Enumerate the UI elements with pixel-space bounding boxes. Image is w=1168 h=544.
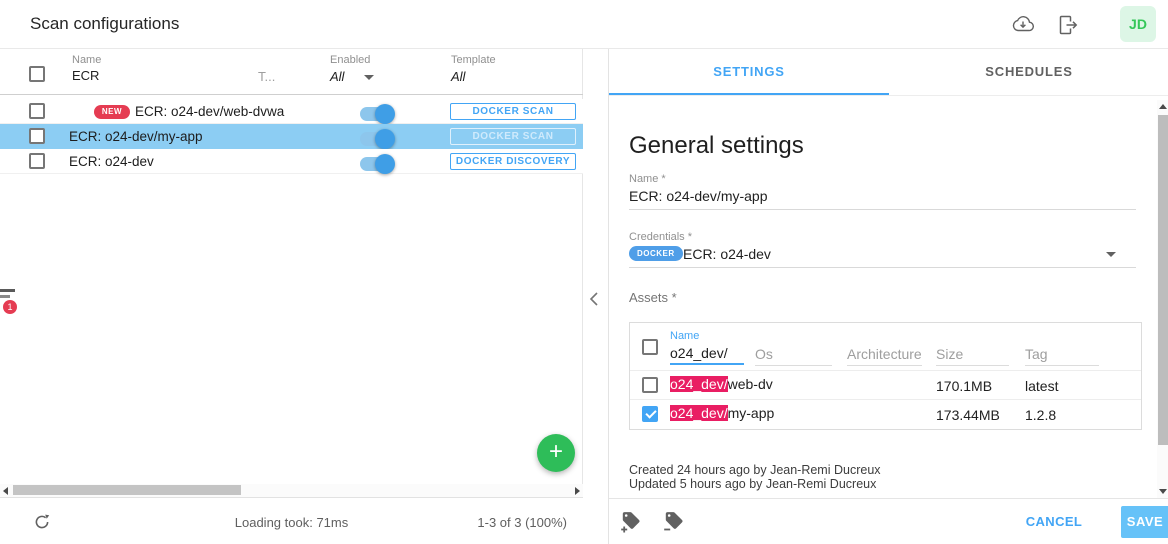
tab-settings[interactable]: SETTINGS <box>609 49 889 95</box>
asset-row[interactable]: o24_dev/my-app 173.44MB 1.2.8 <box>630 400 1141 429</box>
detail-panel: SETTINGS SCHEDULES General settings Name… <box>608 49 1168 544</box>
tab-schedules[interactable]: SCHEDULES <box>889 49 1168 95</box>
enabled-column-label: Enabled <box>330 54 370 66</box>
config-name-input[interactable] <box>629 188 1129 204</box>
assets-tag-filter-input[interactable] <box>1025 343 1099 366</box>
horizontal-scrollbar[interactable] <box>0 484 583 497</box>
chevron-down-icon[interactable] <box>364 75 374 80</box>
match-highlight: o24_dev/ <box>670 376 728 392</box>
row-checkbox[interactable] <box>29 103 45 119</box>
enabled-toggle[interactable] <box>360 132 392 146</box>
scroll-right-icon[interactable] <box>575 487 580 495</box>
table-row[interactable]: NEW ECR: o24-dev/web-dvwa DOCKER SCAN <box>0 99 583 124</box>
template-filter-select[interactable]: All <box>451 69 465 84</box>
asset-name-rest: my-app <box>728 405 775 421</box>
asset-checkbox-checked[interactable] <box>642 406 658 422</box>
filter-bar <box>0 295 10 298</box>
filter-count-badge: 1 <box>3 300 17 314</box>
detail-footer: CANCEL SAVE <box>609 498 1168 544</box>
asset-tag: 1.2.8 <box>1025 407 1056 423</box>
template-button[interactable]: DOCKER DISCOVERY <box>450 153 576 170</box>
scrollbar-thumb[interactable] <box>13 485 241 495</box>
add-tag-icon[interactable] <box>620 510 642 533</box>
config-name: ECR: o24-dev <box>69 154 154 169</box>
assets-section-label: Assets * <box>629 290 677 305</box>
asset-size: 173.44MB <box>936 407 1000 423</box>
created-info: Created 24 hours ago by Jean-Remi Ducreu… <box>629 463 881 477</box>
logout-icon[interactable] <box>1057 14 1079 36</box>
scan-config-list-panel: Name T... Enabled All Template All NEW E… <box>0 49 583 544</box>
collapse-panel-icon[interactable] <box>589 291 601 307</box>
enabled-toggle[interactable] <box>360 157 392 171</box>
pagination-range: 1-3 of 3 (100%) <box>477 515 567 530</box>
section-heading: General settings <box>629 132 804 160</box>
header-divider <box>0 94 583 95</box>
asset-tag: latest <box>1025 378 1058 394</box>
list-footer: Loading took: 71ms 1-3 of 3 (100%) <box>0 497 583 544</box>
template-button[interactable]: DOCKER SCAN <box>450 103 576 120</box>
scrollbar-thumb[interactable] <box>1158 115 1168 445</box>
chevron-down-icon[interactable] <box>1106 252 1116 257</box>
assets-name-column-label: Name <box>670 330 699 342</box>
row-checkbox[interactable] <box>29 128 45 144</box>
select-all-checkbox[interactable] <box>29 66 45 82</box>
name-field-label: Name * <box>629 173 666 185</box>
toggle-thumb <box>375 154 395 174</box>
asset-name-rest: web-dv <box>728 376 773 392</box>
credentials-select[interactable]: ECR: o24-dev <box>683 246 771 262</box>
enabled-toggle[interactable] <box>360 107 392 121</box>
scroll-up-icon[interactable] <box>1159 104 1167 109</box>
avatar[interactable]: JD <box>1120 6 1156 42</box>
remove-tag-icon[interactable] <box>663 510 685 533</box>
filter-bar <box>0 289 15 292</box>
scroll-down-icon[interactable] <box>1159 489 1167 494</box>
scan-configurations-app: Scan configurations JD Name T... Enabled… <box>0 0 1168 544</box>
type-column-header: T... <box>258 69 275 84</box>
docker-badge: DOCKER <box>629 246 683 261</box>
asset-row[interactable]: o24_dev/web-dv 170.1MB latest <box>630 371 1141 400</box>
updated-info: Updated 5 hours ago by Jean-Remi Ducreux <box>629 477 876 491</box>
field-underline <box>629 209 1136 210</box>
toggle-thumb <box>375 104 395 124</box>
scroll-left-icon[interactable] <box>3 487 8 495</box>
row-checkbox[interactable] <box>29 153 45 169</box>
assets-select-all-checkbox[interactable] <box>642 339 658 355</box>
assets-os-filter-input[interactable] <box>755 343 832 366</box>
table-row-selected[interactable]: ECR: o24-dev/my-app DOCKER SCAN <box>0 124 583 149</box>
match-highlight: o24_dev/ <box>670 405 728 421</box>
vertical-scrollbar[interactable] <box>1157 100 1168 498</box>
toggle-thumb <box>375 129 395 149</box>
filter-icon[interactable]: 1 <box>0 289 20 319</box>
template-button[interactable]: DOCKER SCAN <box>450 128 576 145</box>
assets-size-filter-input[interactable] <box>936 343 1009 366</box>
config-name: ECR: o24-dev/web-dvwa <box>135 104 284 119</box>
top-bar: Scan configurations JD <box>0 0 1168 49</box>
asset-name: o24_dev/my-app <box>670 405 774 421</box>
assets-table: Name o24_dev/web-dv 170.1MB latest o24_d… <box>629 322 1142 430</box>
asset-name: o24_dev/web-dv <box>670 376 773 392</box>
template-column-label: Template <box>451 54 496 66</box>
cancel-button[interactable]: CANCEL <box>1019 514 1089 529</box>
table-row[interactable]: ECR: o24-dev DOCKER DISCOVERY <box>0 149 583 174</box>
asset-size: 170.1MB <box>936 378 992 394</box>
new-badge: NEW <box>94 105 130 119</box>
cloud-download-icon[interactable] <box>1011 15 1035 35</box>
assets-name-filter-input[interactable] <box>670 343 744 365</box>
config-name: ECR: o24-dev/my-app <box>69 129 203 144</box>
credentials-field-label: Credentials * <box>629 231 692 243</box>
assets-architecture-filter-input[interactable] <box>847 343 922 366</box>
name-column-label: Name <box>72 54 101 66</box>
name-filter-input[interactable] <box>72 68 192 83</box>
save-button[interactable]: SAVE <box>1121 506 1168 538</box>
tabbar-divider <box>609 95 1168 96</box>
asset-checkbox[interactable] <box>642 377 658 393</box>
add-config-button[interactable]: + <box>537 434 575 472</box>
enabled-filter-select[interactable]: All <box>330 69 344 84</box>
field-underline <box>629 267 1136 268</box>
page-title: Scan configurations <box>30 14 179 34</box>
assets-filter-row: Name <box>630 323 1141 371</box>
